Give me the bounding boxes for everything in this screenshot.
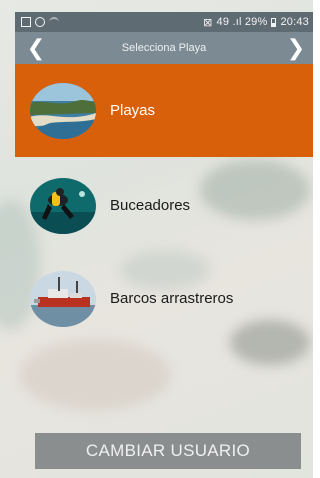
clock: 20:43 — [280, 16, 309, 28]
diver-thumbnail — [30, 177, 96, 234]
battery-icon — [271, 17, 277, 27]
list-item-label: Playas — [110, 102, 156, 119]
list-item-barcos-arrastreros[interactable]: Barcos arrastreros — [15, 252, 313, 345]
gallery-icon — [21, 17, 31, 27]
list-item-label: Buceadores — [110, 197, 191, 214]
mute-icon: ⊠ — [203, 16, 213, 29]
wifi-icon — [49, 17, 59, 27]
chevron-right-icon[interactable]: ❯ — [281, 32, 311, 64]
beach-thumbnail — [30, 82, 96, 139]
list-item-label: Barcos arrastreros — [110, 290, 234, 307]
change-user-button[interactable]: CAMBIAR USUARIO — [35, 433, 301, 469]
list-item-buceadores[interactable]: Buceadores — [15, 159, 313, 252]
app-screen: ⊠ 49 .ıl 29% 20:43 ❮ Selecciona Playa ❯ … — [0, 0, 313, 478]
trawler-thumbnail — [30, 270, 96, 327]
whatsapp-icon — [35, 17, 45, 27]
diver-image — [30, 177, 96, 234]
status-bar: ⊠ 49 .ıl 29% 20:43 — [15, 12, 313, 32]
trawler-image — [30, 270, 96, 327]
background-blur — [20, 340, 170, 410]
title-bar: ❮ Selecciona Playa ❯ — [15, 32, 313, 64]
signal-text: 49 .ıl 29% — [216, 16, 268, 28]
list-item-playas[interactable]: Playas — [15, 64, 313, 157]
chevron-left-icon[interactable]: ❮ — [21, 32, 51, 64]
page-title: Selecciona Playa — [121, 42, 207, 54]
beach-image — [30, 82, 96, 139]
